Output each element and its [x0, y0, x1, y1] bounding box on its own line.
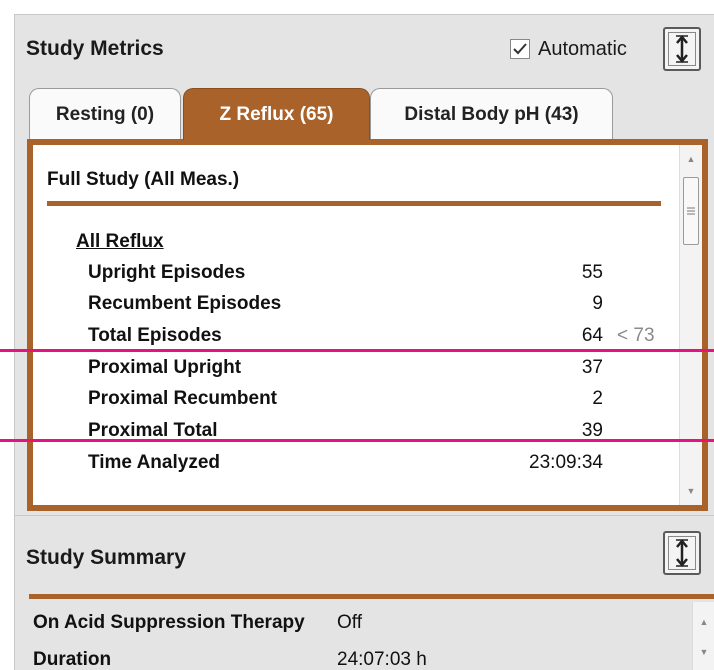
- section-divider: [47, 201, 661, 206]
- study-summary-panel: Study Summary On Acid Suppression Therap…: [14, 515, 714, 670]
- metric-row: Upright Episodes 55: [33, 262, 673, 292]
- metric-row: Recumbent Episodes 9: [33, 293, 673, 323]
- metric-row: Proximal Recumbent 2: [33, 388, 673, 418]
- summary-divider: [29, 594, 714, 599]
- expand-vertical-icon: [668, 536, 696, 570]
- metrics-content: Full Study (All Meas.) All Reflux Uprigh…: [27, 139, 708, 511]
- scroll-up-icon[interactable]: ▲: [693, 612, 714, 632]
- highlight-line: [0, 349, 714, 352]
- metrics-scrollbar[interactable]: ▲ ▼: [679, 145, 702, 505]
- metric-value: 64: [581, 325, 603, 346]
- metric-label: Time Analyzed: [88, 452, 220, 473]
- reference-value: < 73: [617, 325, 655, 346]
- checkmark-icon: [513, 43, 527, 55]
- summary-label: On Acid Suppression Therapy: [33, 612, 305, 633]
- metric-label: Total Episodes: [88, 325, 222, 346]
- tab-z-reflux[interactable]: Z Reflux (65): [183, 88, 370, 140]
- group-title: All Reflux: [76, 231, 164, 252]
- scroll-up-icon[interactable]: ▲: [680, 149, 702, 169]
- tab-distal-body-ph[interactable]: Distal Body pH (43): [370, 88, 613, 140]
- metric-value: 2: [592, 388, 603, 409]
- summary-row: On Acid Suppression Therapy Off: [33, 612, 362, 640]
- metric-label: Recumbent Episodes: [88, 293, 282, 314]
- study-metrics-title: Study Metrics: [26, 37, 164, 60]
- grip-icon: [687, 207, 695, 215]
- metrics-expand-button[interactable]: [663, 27, 701, 71]
- expand-vertical-icon: [668, 32, 696, 66]
- summary-value: Off: [337, 612, 362, 633]
- metric-label: Upright Episodes: [88, 262, 246, 283]
- metric-row: Time Analyzed 23:09:34: [33, 452, 673, 482]
- metric-row: Proximal Total 39: [33, 420, 673, 450]
- metric-label: Proximal Upright: [88, 357, 242, 378]
- automatic-toggle[interactable]: Automatic: [510, 36, 627, 62]
- summary-scrollbar[interactable]: ▲ ▼: [692, 602, 714, 670]
- summary-label: Duration: [33, 649, 112, 670]
- highlight-line: [0, 439, 714, 442]
- tab-resting[interactable]: Resting (0): [29, 88, 181, 140]
- metric-row: Proximal Upright 37: [33, 357, 673, 387]
- metric-value: 9: [592, 293, 603, 314]
- summary-value: 24:07:03 h: [337, 649, 427, 670]
- scroll-down-icon[interactable]: ▼: [693, 642, 714, 662]
- study-summary-title: Study Summary: [26, 546, 186, 569]
- metric-value: 37: [581, 357, 603, 378]
- metric-value: 55: [581, 262, 603, 283]
- summary-content: On Acid Suppression Therapy Off Duration…: [15, 602, 714, 670]
- metric-label: Proximal Recumbent: [88, 388, 277, 409]
- automatic-label: Automatic: [538, 37, 627, 60]
- summary-row: Duration 24:07:03 h: [33, 649, 427, 670]
- metric-value: 23:09:34: [529, 452, 603, 473]
- scroll-thumb[interactable]: [683, 177, 699, 245]
- summary-expand-button[interactable]: [663, 531, 701, 575]
- automatic-checkbox[interactable]: [510, 39, 530, 59]
- scroll-down-icon[interactable]: ▼: [680, 481, 702, 501]
- section-title: Full Study (All Meas.): [47, 169, 240, 190]
